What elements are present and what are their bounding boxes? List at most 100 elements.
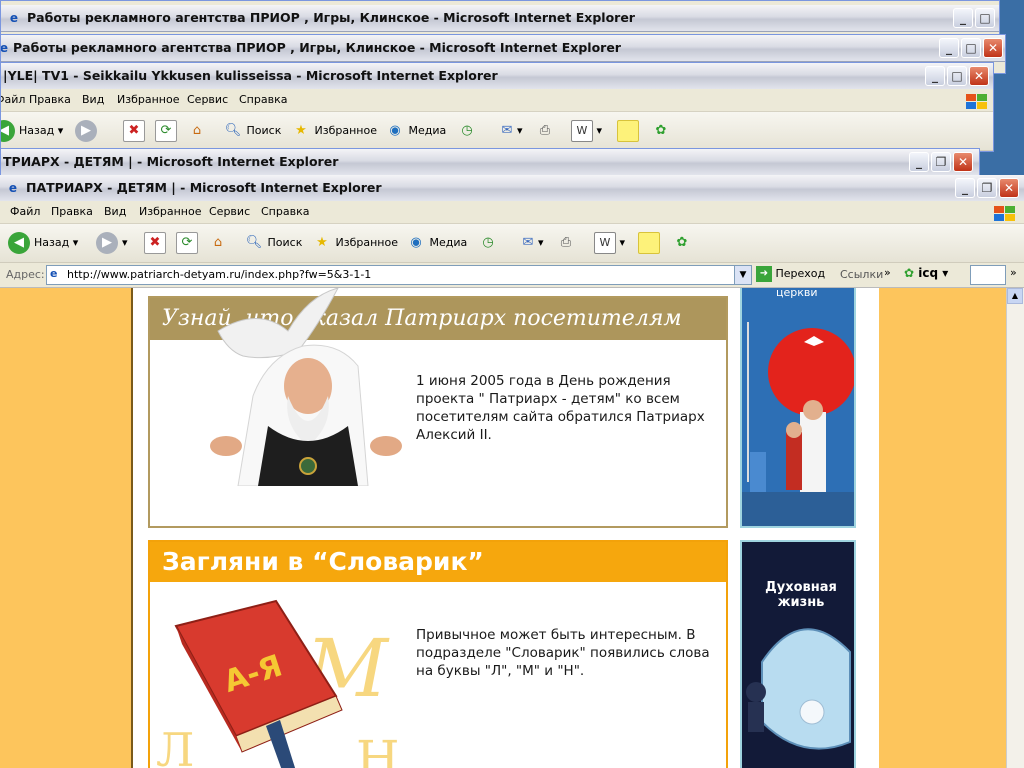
favorites-button[interactable]: ★ Избранное	[312, 231, 398, 255]
dictionary-book-image[interactable]: M к Л Н А-Я	[156, 586, 426, 768]
menu-file[interactable]: Файл	[10, 205, 40, 218]
icq-flower-icon: ✿	[904, 266, 915, 280]
menu-bar: Файл Правка Вид Избранное Сервис Справка	[0, 201, 1024, 224]
maximize-button[interactable]: □	[947, 66, 967, 86]
forward-button[interactable]: ▶ ▾	[96, 231, 128, 255]
toolbar-chevron-icon[interactable]: »	[1010, 266, 1017, 279]
mail-icon: ✉	[522, 235, 534, 250]
minimize-button[interactable]: _	[953, 8, 973, 28]
close-button[interactable]: ✕	[999, 178, 1019, 198]
scroll-up-button[interactable]: ▲	[1007, 288, 1023, 304]
print-icon: ⎙	[539, 123, 551, 138]
icq-button[interactable]: ✿	[651, 119, 671, 143]
vertical-scrollbar[interactable]: ▲	[1006, 288, 1024, 768]
spiritual-life-banner[interactable]: Духовная жизнь	[740, 540, 856, 768]
window-title: ТРИАРХ - ДЕТЯМ | - Microsoft Internet Ex…	[3, 154, 339, 169]
title-bar[interactable]: e ПАТРИАРХ - ДЕТЯМ | - Microsoft Interne…	[0, 175, 1024, 202]
edit-button[interactable]: W ▾	[594, 231, 625, 255]
title-bar[interactable]: ТРИАРХ - ДЕТЯМ | - Microsoft Internet Ex…	[1, 149, 979, 176]
minimize-button[interactable]: _	[955, 178, 975, 198]
address-url: http://www.patriarch-detyam.ru/index.php…	[67, 268, 372, 281]
icq-toolbar-button[interactable]: ✿ icq ▾	[904, 266, 948, 280]
home-button[interactable]: ⌂	[208, 231, 228, 255]
print-icon: ⎙	[560, 235, 572, 250]
notes-button[interactable]	[617, 119, 639, 143]
refresh-button[interactable]: ⟳	[155, 119, 177, 143]
history-button[interactable]: ◷	[478, 231, 498, 255]
search-icon: 🔍︎	[245, 235, 263, 250]
dictionary-block[interactable]: Загляни в “Словарик” M к Л Н А-Я Привычн…	[148, 540, 728, 768]
mail-icon: ✉	[501, 123, 513, 138]
note-icon	[638, 232, 660, 254]
restore-button[interactable]: ❐	[931, 152, 951, 172]
address-dropdown-button[interactable]: ▼	[734, 266, 751, 284]
print-button[interactable]: ⎙	[556, 231, 576, 255]
menu-edit[interactable]: Правка	[29, 93, 71, 106]
maximize-button[interactable]: □	[975, 8, 995, 28]
window-yle[interactable]: |YLE| TV1 - Seikkailu Ykkusen kulisseiss…	[0, 62, 994, 152]
maximize-button[interactable]: □	[961, 38, 981, 58]
restore-button[interactable]: ❐	[977, 178, 997, 198]
mail-button[interactable]: ✉ ▾	[518, 231, 544, 255]
minimize-button[interactable]: _	[939, 38, 959, 58]
dictionary-heading[interactable]: Загляни в “Словарик”	[150, 542, 726, 582]
search-icon: 🔍︎	[224, 123, 242, 138]
stop-button[interactable]: ✖	[123, 119, 145, 143]
media-button[interactable]: ◉ Медиа	[385, 119, 446, 143]
toolbar: ◀ Назад ▾ ▶ ✖ ⟳ ⌂ 🔍︎ Поиск ★ Избранное ◉ …	[1, 112, 993, 151]
menu-edit[interactable]: Правка	[51, 205, 93, 218]
window-patriarch-2[interactable]: ТРИАРХ - ДЕТЯМ | - Microsoft Internet Ex…	[0, 148, 980, 178]
menu-view[interactable]: Вид	[104, 205, 126, 218]
back-button[interactable]: ◀ Назад ▾	[1, 119, 63, 143]
menu-favorites[interactable]: Избранное	[117, 93, 179, 106]
media-button[interactable]: ◉ Медиа	[406, 231, 467, 255]
note-icon	[617, 120, 639, 142]
title-bar[interactable]: e Работы рекламного агентства ПРИОР , Иг…	[1, 35, 1005, 62]
patriarch-with-dove-image[interactable]	[198, 288, 408, 486]
stop-button[interactable]: ✖	[144, 231, 166, 255]
address-label: Адрес:	[6, 268, 45, 281]
home-button[interactable]: ⌂	[187, 119, 207, 143]
print-button[interactable]: ⎙	[535, 119, 555, 143]
forward-button[interactable]: ▶	[75, 119, 101, 143]
minimize-button[interactable]: _	[925, 66, 945, 86]
back-button[interactable]: ◀ Назад ▾	[8, 231, 78, 255]
page-content: Узнай, что сказал Патриарх посетителям с…	[0, 288, 1024, 768]
menu-help[interactable]: Справка	[239, 93, 287, 106]
refresh-button[interactable]: ⟳	[176, 231, 198, 255]
search-button[interactable]: 🔍︎ Поиск	[223, 119, 282, 143]
mail-button[interactable]: ✉ ▾	[497, 119, 523, 143]
menu-help[interactable]: Справка	[261, 205, 309, 218]
close-button[interactable]: ✕	[983, 38, 1003, 58]
windows-logo-icon	[992, 205, 1018, 221]
history-button[interactable]: ◷	[457, 119, 477, 143]
title-bar[interactable]: |YLE| TV1 - Seikkailu Ykkusen kulisseiss…	[1, 63, 993, 90]
go-button[interactable]: ➜ Переход	[756, 266, 825, 282]
minimize-button[interactable]: _	[909, 152, 929, 172]
notes-button[interactable]	[638, 231, 660, 255]
word-icon: W	[571, 120, 593, 142]
word-icon: W	[594, 232, 616, 254]
favorites-button[interactable]: ★ Избранное	[291, 119, 377, 143]
menu-view[interactable]: Вид	[82, 93, 104, 106]
links-chevron-icon[interactable]: »	[884, 266, 891, 279]
edit-button[interactable]: W ▾	[571, 119, 602, 143]
church-banner[interactable]: церкви	[740, 288, 856, 528]
address-input[interactable]: e http://www.patriarch-detyam.ru/index.p…	[46, 265, 752, 285]
search-button[interactable]: 🔍︎ Поиск	[244, 231, 303, 255]
history-icon: ◷	[482, 235, 494, 250]
menu-tools[interactable]: Сервис	[209, 205, 250, 218]
close-button[interactable]: ✕	[969, 66, 989, 86]
window-title: Работы рекламного агентства ПРИОР , Игры…	[27, 10, 635, 25]
icq-button[interactable]: ✿	[672, 231, 692, 255]
title-bar[interactable]: e Работы рекламного агентства ПРИОР , Иг…	[1, 5, 999, 32]
links-label[interactable]: Ссылки	[840, 268, 883, 281]
menu-favorites[interactable]: Избранное	[139, 205, 201, 218]
menu-file[interactable]: Файл	[1, 93, 25, 106]
letter-n-decoration: Н	[356, 730, 400, 768]
forward-arrow-icon: ▶	[96, 232, 118, 254]
close-button[interactable]: ✕	[953, 152, 973, 172]
menu-tools[interactable]: Сервис	[187, 93, 228, 106]
patriarch-message-block[interactable]: Узнай, что сказал Патриарх посетителям с…	[148, 288, 728, 528]
icq-search-input[interactable]	[970, 265, 1006, 285]
